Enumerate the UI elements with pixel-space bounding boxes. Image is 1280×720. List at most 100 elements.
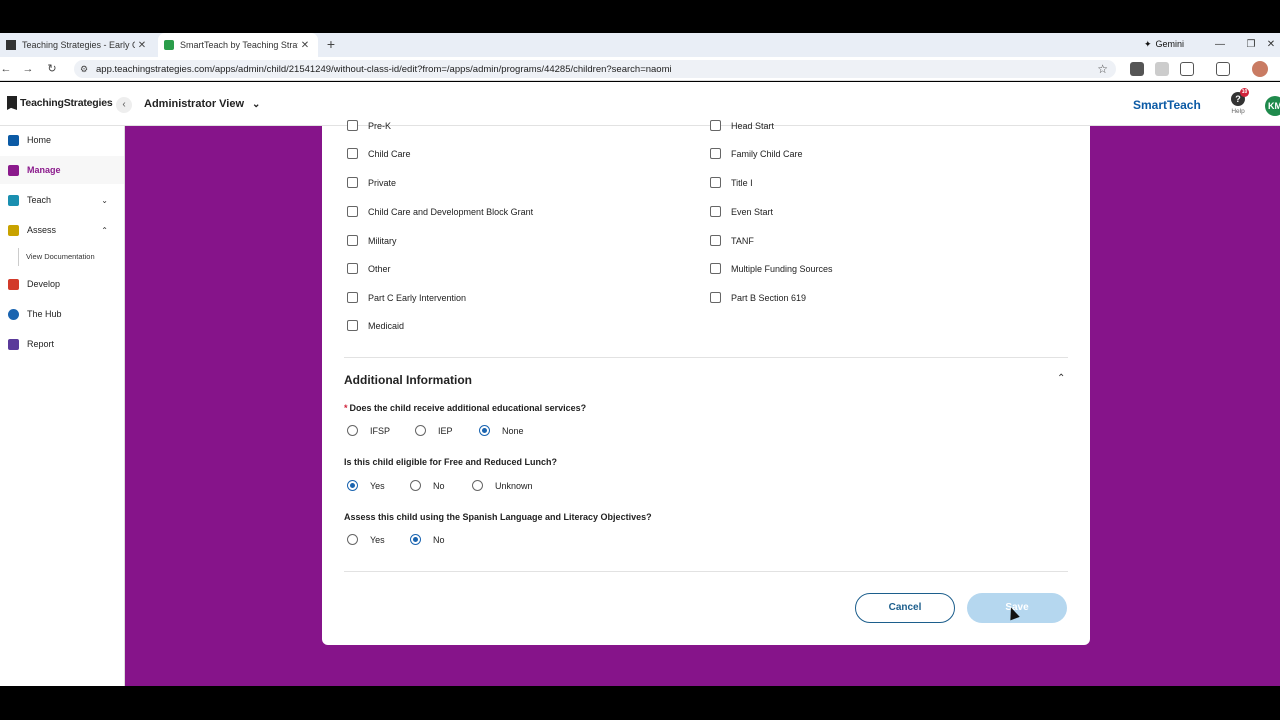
teach-icon [8, 194, 19, 206]
bookmark-star-icon[interactable]: ☆ [1097, 62, 1108, 76]
minimize-icon[interactable]: — [1205, 33, 1235, 57]
checkbox[interactable] [710, 263, 721, 274]
checkbox[interactable] [710, 235, 721, 246]
radio-button[interactable] [347, 425, 358, 436]
site-info-icon[interactable]: ⚙ [80, 64, 88, 75]
close-tab-icon[interactable]: ✕ [298, 40, 312, 51]
checkbox[interactable] [710, 120, 721, 131]
question-label: Is this child eligible for Free and Redu… [344, 457, 557, 467]
sidebar-item-manage[interactable]: Manage [0, 156, 124, 184]
close-tab-icon[interactable]: ✕ [135, 40, 149, 51]
tab-search-icon[interactable] [1216, 62, 1230, 76]
report-icon [8, 338, 19, 350]
assess-icon [8, 224, 19, 236]
screen: Teaching Strategies - Early Chil ✕ Smart… [0, 0, 1280, 720]
funding-checkbox[interactable]: Military [347, 235, 397, 246]
radio-option-ifsp[interactable]: IFSP [347, 425, 390, 436]
radio-label: None [502, 425, 524, 436]
radio-button[interactable] [410, 480, 421, 491]
sidebar-item-report[interactable]: Report [0, 330, 124, 358]
radio-option-unknown[interactable]: Unknown [472, 480, 533, 491]
gemini-label: Gemini [1155, 39, 1185, 49]
cancel-button[interactable]: Cancel [855, 593, 955, 623]
sidebar: Home Manage Teach ⌄ Assess ⌃ View Docume… [0, 126, 125, 686]
sidebar-item-label: Home [27, 135, 52, 145]
funding-checkbox[interactable]: Pre-K [347, 120, 391, 131]
help-icon: ? 10 [1231, 88, 1249, 106]
sidebar-item-assess[interactable]: Assess ⌃ [0, 216, 124, 244]
browser-tab-active[interactable]: SmartTeach by Teaching Strate ✕ [158, 33, 318, 57]
sidebar-subitem-view-documentation[interactable]: View Documentation [18, 248, 118, 266]
teaching-strategies-logo[interactable]: TeachingStrategies [7, 96, 113, 110]
back-icon[interactable]: ← [0, 61, 14, 77]
question-label: * Does the child receive additional educa… [344, 403, 586, 413]
section-divider [344, 571, 1068, 572]
funding-checkbox[interactable]: Multiple Funding Sources [710, 263, 833, 274]
reload-icon[interactable]: ↻ [44, 61, 60, 77]
checkbox[interactable] [347, 320, 358, 331]
sidebar-item-teach[interactable]: Teach ⌄ [0, 186, 124, 214]
radio-option-iep[interactable]: IEP [415, 425, 453, 436]
radio-button[interactable] [347, 534, 358, 545]
radio-button[interactable] [415, 425, 426, 436]
checkbox[interactable] [347, 206, 358, 217]
radio-option-no[interactable]: No [410, 534, 445, 545]
checkbox[interactable] [347, 148, 358, 159]
new-tab-icon[interactable]: + [324, 33, 338, 57]
checkbox[interactable] [347, 292, 358, 303]
funding-checkbox[interactable]: Part C Early Intervention [347, 292, 466, 303]
extensions-puzzle-icon[interactable] [1180, 62, 1194, 76]
save-button[interactable]: Save [967, 593, 1067, 623]
sidebar-item-the-hub[interactable]: The Hub [0, 300, 124, 328]
radio-button-selected[interactable] [479, 425, 490, 436]
forward-icon[interactable]: → [20, 61, 36, 77]
user-avatar[interactable]: KM [1265, 96, 1280, 116]
address-bar[interactable]: ⚙ app.teachingstrategies.com/apps/admin/… [74, 60, 1116, 78]
required-marker: * [344, 403, 348, 413]
section-divider [344, 357, 1068, 358]
checkbox[interactable] [710, 206, 721, 217]
radio-button-selected[interactable] [347, 480, 358, 491]
checkbox[interactable] [347, 177, 358, 188]
radio-button-selected[interactable] [410, 534, 421, 545]
browser-tab[interactable]: Teaching Strategies - Early Chil ✕ [0, 33, 155, 57]
radio-option-no[interactable]: No [410, 480, 445, 491]
radio-option-yes[interactable]: Yes [347, 480, 385, 491]
help-button[interactable]: ? 10 Help [1228, 88, 1249, 115]
chevron-up-icon[interactable]: ⌃ [1057, 373, 1065, 384]
funding-checkbox[interactable]: Part B Section 619 [710, 292, 806, 303]
extension-icon[interactable] [1155, 62, 1169, 76]
view-switcher[interactable]: Administrator View ⌄ [144, 98, 260, 110]
radio-option-yes[interactable]: Yes [347, 534, 385, 545]
funding-checkbox[interactable]: Title I [710, 177, 753, 188]
checkbox[interactable] [347, 235, 358, 246]
funding-checkbox[interactable]: Private [347, 177, 396, 188]
collapse-sidebar-button[interactable]: ‹ [116, 97, 132, 113]
question-label: Assess this child using the Spanish Lang… [344, 512, 652, 522]
funding-checkbox[interactable]: Child Care [347, 148, 411, 159]
help-label: Help [1231, 108, 1245, 115]
radio-label: No [433, 534, 445, 545]
checkbox[interactable] [710, 177, 721, 188]
funding-checkbox[interactable]: Medicaid [347, 320, 404, 331]
radio-option-none[interactable]: None [479, 425, 524, 436]
checkbox[interactable] [710, 292, 721, 303]
additional-information-heading: Additional Information [344, 373, 472, 387]
radio-button[interactable] [472, 480, 483, 491]
close-window-icon[interactable]: ✕ [1262, 33, 1280, 57]
funding-checkbox[interactable]: Head Start [710, 120, 774, 131]
gemini-button[interactable]: ✦ Gemini [1138, 35, 1190, 53]
checkbox[interactable] [347, 120, 358, 131]
sidebar-item-develop[interactable]: Develop [0, 270, 124, 298]
checkbox[interactable] [710, 148, 721, 159]
checkbox[interactable] [347, 263, 358, 274]
funding-checkbox[interactable]: Family Child Care [710, 148, 803, 159]
funding-checkbox[interactable]: Other [347, 263, 391, 274]
funding-checkbox[interactable]: Child Care and Development Block Grant [347, 206, 533, 217]
funding-checkbox[interactable]: Even Start [710, 206, 773, 217]
funding-checkbox[interactable]: TANF [710, 235, 754, 246]
profile-avatar[interactable] [1252, 61, 1268, 77]
extension-icon[interactable] [1130, 62, 1144, 76]
sidebar-item-home[interactable]: Home [0, 126, 124, 154]
home-icon [8, 134, 19, 146]
